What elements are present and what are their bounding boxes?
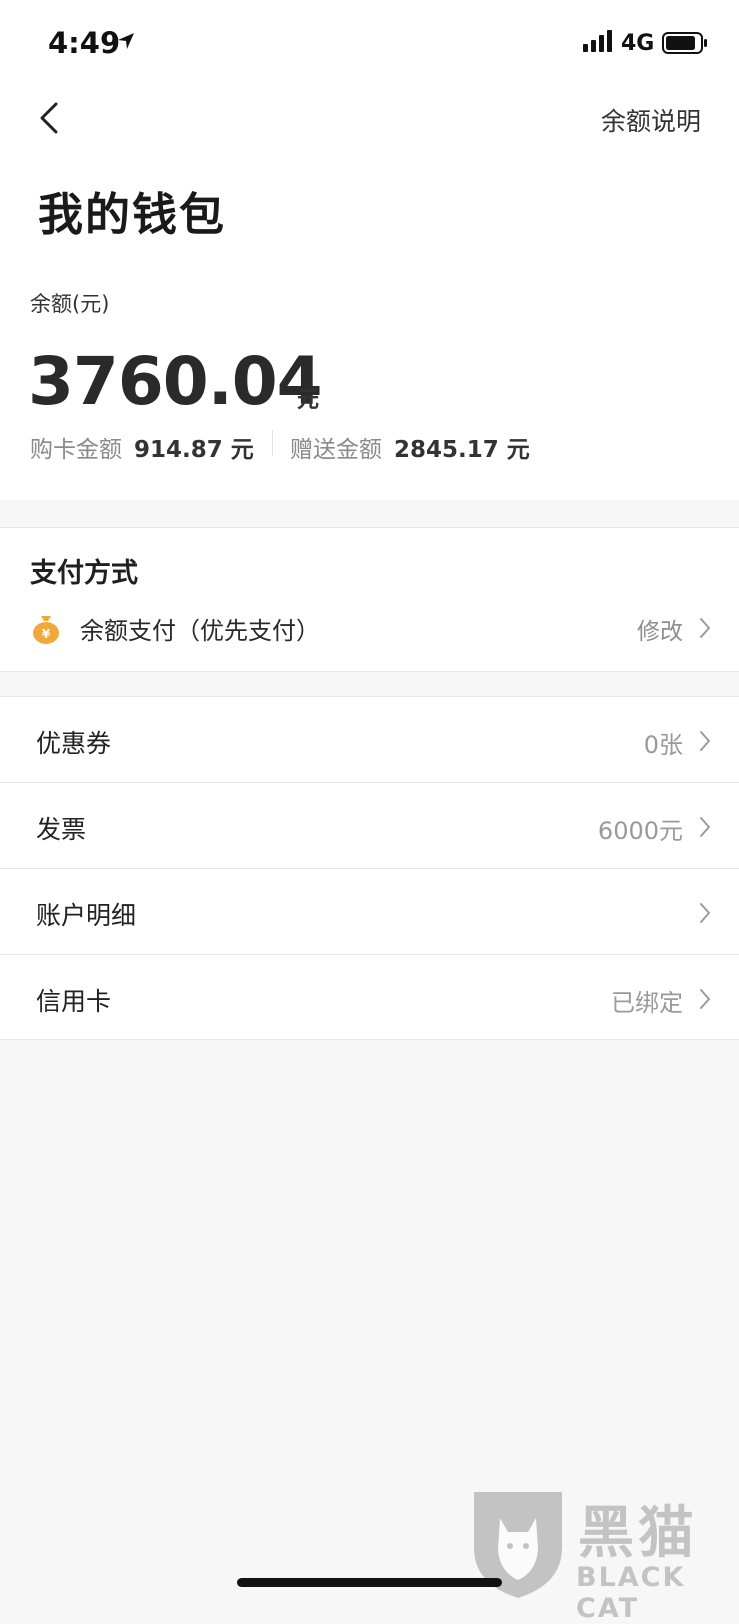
- watermark: 黑猫 BLACK CAT: [470, 1488, 738, 1624]
- gifted-label: 赠送金额: [290, 437, 382, 463]
- back-chevron-icon[interactable]: [36, 100, 64, 136]
- menu-item-value: 已绑定: [611, 989, 683, 1017]
- menu-item-label: 优惠券: [36, 729, 112, 758]
- watermark-subtitle: BLACK CAT: [576, 1562, 686, 1624]
- gifted-value: 2845.17 元: [394, 437, 530, 463]
- purchased-amount: 购卡金额 914.87 元: [30, 430, 254, 464]
- wallet-header: 4:49 4G 余额说明 我的钱包 余额(元) 3760.04 元 购卡金额 91…: [0, 0, 739, 500]
- menu-item-label: 账户明细: [36, 901, 137, 930]
- edit-payment-button[interactable]: 修改: [637, 612, 683, 646]
- watermark-title: 黑猫: [578, 1501, 698, 1566]
- menu-item-credit-card[interactable]: 信用卡 已绑定: [0, 955, 739, 1040]
- location-arrow-icon: [118, 33, 134, 49]
- payment-method-title: 支付方式: [30, 558, 138, 589]
- signal-strength-icon: [583, 30, 612, 52]
- purchased-label: 购卡金额: [30, 437, 122, 463]
- menu-item-value: 0张: [643, 731, 683, 759]
- payment-method-value: 余额支付（优先支付）: [80, 617, 320, 645]
- status-time: 4:49: [48, 26, 121, 60]
- chevron-right-icon[interactable]: [699, 617, 711, 639]
- balance-amount: 3760.04: [28, 343, 323, 420]
- battery-icon: [662, 32, 707, 54]
- money-bag-icon: ¥: [33, 616, 59, 644]
- chevron-right-icon: [700, 989, 710, 1009]
- chevron-right-icon: [700, 817, 710, 837]
- status-bar: 4:49 4G: [0, 0, 739, 80]
- menu-item-value: 6000元: [597, 817, 683, 845]
- balance-label: 余额(元): [30, 292, 110, 316]
- page-title: 我的钱包: [38, 188, 227, 241]
- menu-item-label: 发票: [36, 815, 87, 844]
- chevron-right-icon: [700, 731, 710, 751]
- balance-help-link[interactable]: 余额说明: [601, 102, 701, 138]
- menu-item-account-details[interactable]: 账户明细: [0, 869, 739, 954]
- balance-unit: 元: [297, 388, 320, 413]
- gifted-amount: 赠送金额 2845.17 元: [290, 430, 530, 464]
- menu-item-invoice[interactable]: 发票 6000元: [0, 783, 739, 868]
- menu-item-label: 信用卡: [36, 987, 112, 1016]
- network-type: 4G: [621, 31, 655, 56]
- chevron-right-icon: [700, 903, 710, 923]
- svg-text:¥: ¥: [42, 627, 51, 641]
- divider: [272, 430, 273, 456]
- payment-method-card: 支付方式 ¥ 余额支付（优先支付） 修改: [0, 527, 739, 672]
- menu-item-coupons[interactable]: 优惠券 0张: [0, 697, 739, 782]
- wallet-menu: 优惠券 0张 发票 6000元 账户明细 信用卡 已绑定: [0, 696, 739, 1040]
- purchased-value: 914.87 元: [134, 437, 254, 463]
- home-indicator[interactable]: [237, 1578, 502, 1587]
